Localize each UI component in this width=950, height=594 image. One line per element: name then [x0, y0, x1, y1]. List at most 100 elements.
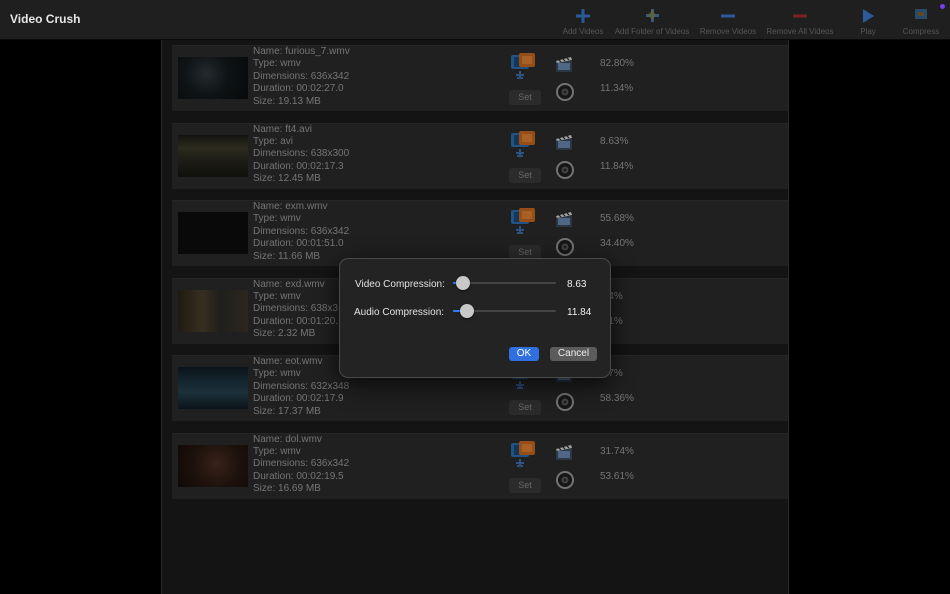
slider-knob[interactable]	[460, 304, 475, 318]
video-compression-slider[interactable]	[453, 276, 556, 290]
video-type: Type: avi	[253, 135, 294, 147]
video-thumbnail	[178, 289, 248, 332]
audio-compression-percent: 58.36%	[600, 393, 634, 404]
compression-dialog: Video Compression: 8.63 Audio Compressio…	[339, 258, 611, 378]
video-compression-value: 8.63	[567, 279, 587, 290]
remove-all-icon	[793, 14, 807, 18]
compression-settings-icon[interactable]	[510, 208, 536, 236]
compression-settings-icon[interactable]	[510, 440, 536, 469]
toolbar: Video Crush Add Videos Add Folder of Vid…	[0, 0, 950, 40]
remove-videos-button[interactable]: Remove Videos	[699, 6, 757, 38]
plus-icon	[576, 9, 590, 23]
video-size: Size: 17.37 MB	[253, 405, 321, 417]
video-name: Name: exm.wmv	[253, 201, 328, 212]
video-duration: Duration: 00:02:17.9	[253, 393, 344, 405]
folder-plus-icon	[646, 9, 659, 22]
audio-compression-value: 11.84	[567, 307, 592, 318]
video-dimensions: Dimensions: 638x3	[253, 303, 339, 315]
clapperboard-icon	[556, 134, 572, 150]
video-info: Name: furious_7.wmv Type: wmv Dimensions…	[253, 46, 350, 108]
audio-compression-percent: 11.34%	[600, 83, 634, 94]
remove-all-label: Remove All Videos	[766, 27, 834, 36]
video-duration: Duration: 00:01:51.0	[253, 238, 344, 250]
compress-icon	[915, 9, 927, 19]
video-info: Name: exd.wmv Type: wmv Dimensions: 638x…	[253, 279, 338, 341]
video-compression-percent: 8.63%	[600, 135, 629, 147]
play-button[interactable]: Play	[856, 6, 880, 38]
audio-compression-percent: 34.40%	[600, 238, 634, 249]
remove-videos-label: Remove Videos	[699, 27, 757, 36]
clapperboard-icon	[556, 212, 572, 227]
set-button[interactable]: Set	[509, 90, 541, 105]
video-compression-percent: 31.74%	[600, 445, 634, 457]
video-size: Size: 12.45 MB	[253, 173, 321, 185]
slider-knob[interactable]	[456, 276, 471, 290]
video-info: Name: eot.wmv Type: wmv Dimensions: 632x…	[253, 356, 349, 418]
video-dimensions: Dimensions: 636x342	[253, 70, 350, 82]
set-button[interactable]: Set	[509, 400, 541, 415]
video-info: Name: dol.wmv Type: wmv Dimensions: 636x…	[253, 434, 349, 496]
clapperboard-icon	[556, 57, 572, 72]
audio-compression-percent: 53.61%	[600, 470, 634, 482]
video-size: Size: 19.13 MB	[253, 95, 321, 107]
app-window: Video Crush Add Videos Add Folder of Vid…	[0, 0, 950, 594]
set-button[interactable]: Set	[509, 167, 541, 183]
video-thumbnail	[178, 444, 248, 487]
ok-button[interactable]: OK	[509, 347, 539, 361]
video-type: Type: wmv	[253, 58, 301, 70]
play-icon	[863, 9, 874, 23]
video-compression-percent: 82.80%	[600, 58, 634, 69]
video-type: Type: wmv	[253, 368, 301, 380]
speaker-icon	[556, 238, 574, 256]
audio-compression-percent: 11.84%	[600, 160, 634, 172]
speaker-icon	[556, 160, 574, 179]
video-name: Name: furious_7.wmv	[253, 46, 350, 57]
remove-all-button[interactable]: Remove All Videos	[765, 6, 835, 38]
video-size: Size: 2.32 MB	[253, 328, 316, 340]
video-name: Name: ft4.avi	[253, 123, 312, 135]
video-thumbnail	[178, 134, 248, 177]
video-thumbnail	[178, 367, 248, 409]
video-size: Size: 11.66 MB	[253, 250, 321, 262]
video-row[interactable]: Name: ft4.avi Type: avi Dimensions: 638x…	[172, 122, 788, 189]
video-type: Type: wmv	[253, 290, 301, 302]
video-type: Type: wmv	[253, 213, 301, 225]
video-size: Size: 16.69 MB	[253, 483, 321, 495]
video-compression-percent: 55.68%	[600, 213, 634, 224]
audio-compression-slider[interactable]	[453, 304, 556, 318]
set-button[interactable]: Set	[509, 477, 541, 493]
video-dimensions: Dimensions: 638x300	[253, 148, 350, 160]
status-dot	[940, 4, 945, 9]
add-folder-label: Add Folder of Videos	[614, 27, 690, 36]
video-name: Name: dol.wmv	[253, 433, 322, 445]
video-duration: Duration: 00:02:19.5	[253, 470, 344, 482]
compress-button[interactable]: Compress	[900, 6, 942, 38]
clapperboard-icon	[556, 444, 572, 460]
compression-settings-icon[interactable]	[510, 53, 536, 81]
add-videos-label: Add Videos	[562, 27, 604, 36]
cancel-button[interactable]: Cancel	[550, 347, 597, 361]
video-duration: Duration: 00:02:27.0	[253, 83, 344, 95]
video-type: Type: wmv	[253, 445, 301, 457]
video-compression-label: Video Compression:	[355, 279, 445, 290]
play-label: Play	[860, 27, 876, 36]
compression-settings-icon[interactable]	[510, 130, 536, 159]
video-row[interactable]: Name: dol.wmv Type: wmv Dimensions: 636x…	[172, 432, 788, 499]
audio-compression-label: Audio Compression:	[354, 307, 445, 318]
video-dimensions: Dimensions: 632x348	[253, 380, 350, 392]
video-dimensions: Dimensions: 636x342	[253, 458, 350, 470]
video-row[interactable]: Name: furious_7.wmv Type: wmv Dimensions…	[172, 45, 788, 111]
video-name: Name: exd.wmv	[253, 278, 325, 290]
video-thumbnail	[178, 212, 248, 254]
speaker-icon	[556, 470, 574, 489]
compress-label: Compress	[902, 27, 940, 36]
video-row[interactable]: Name: exm.wmv Type: wmv Dimensions: 636x…	[172, 200, 788, 266]
add-videos-button[interactable]: Add Videos	[561, 6, 605, 38]
video-duration: Duration: 00:01:20.	[253, 315, 339, 327]
video-name: Name: eot.wmv	[253, 356, 323, 367]
video-dimensions: Dimensions: 636x342	[253, 225, 350, 237]
speaker-icon	[556, 83, 574, 101]
add-folder-button[interactable]: Add Folder of Videos	[612, 6, 692, 38]
speaker-icon	[556, 393, 574, 411]
video-duration: Duration: 00:02:17.3	[253, 160, 344, 172]
